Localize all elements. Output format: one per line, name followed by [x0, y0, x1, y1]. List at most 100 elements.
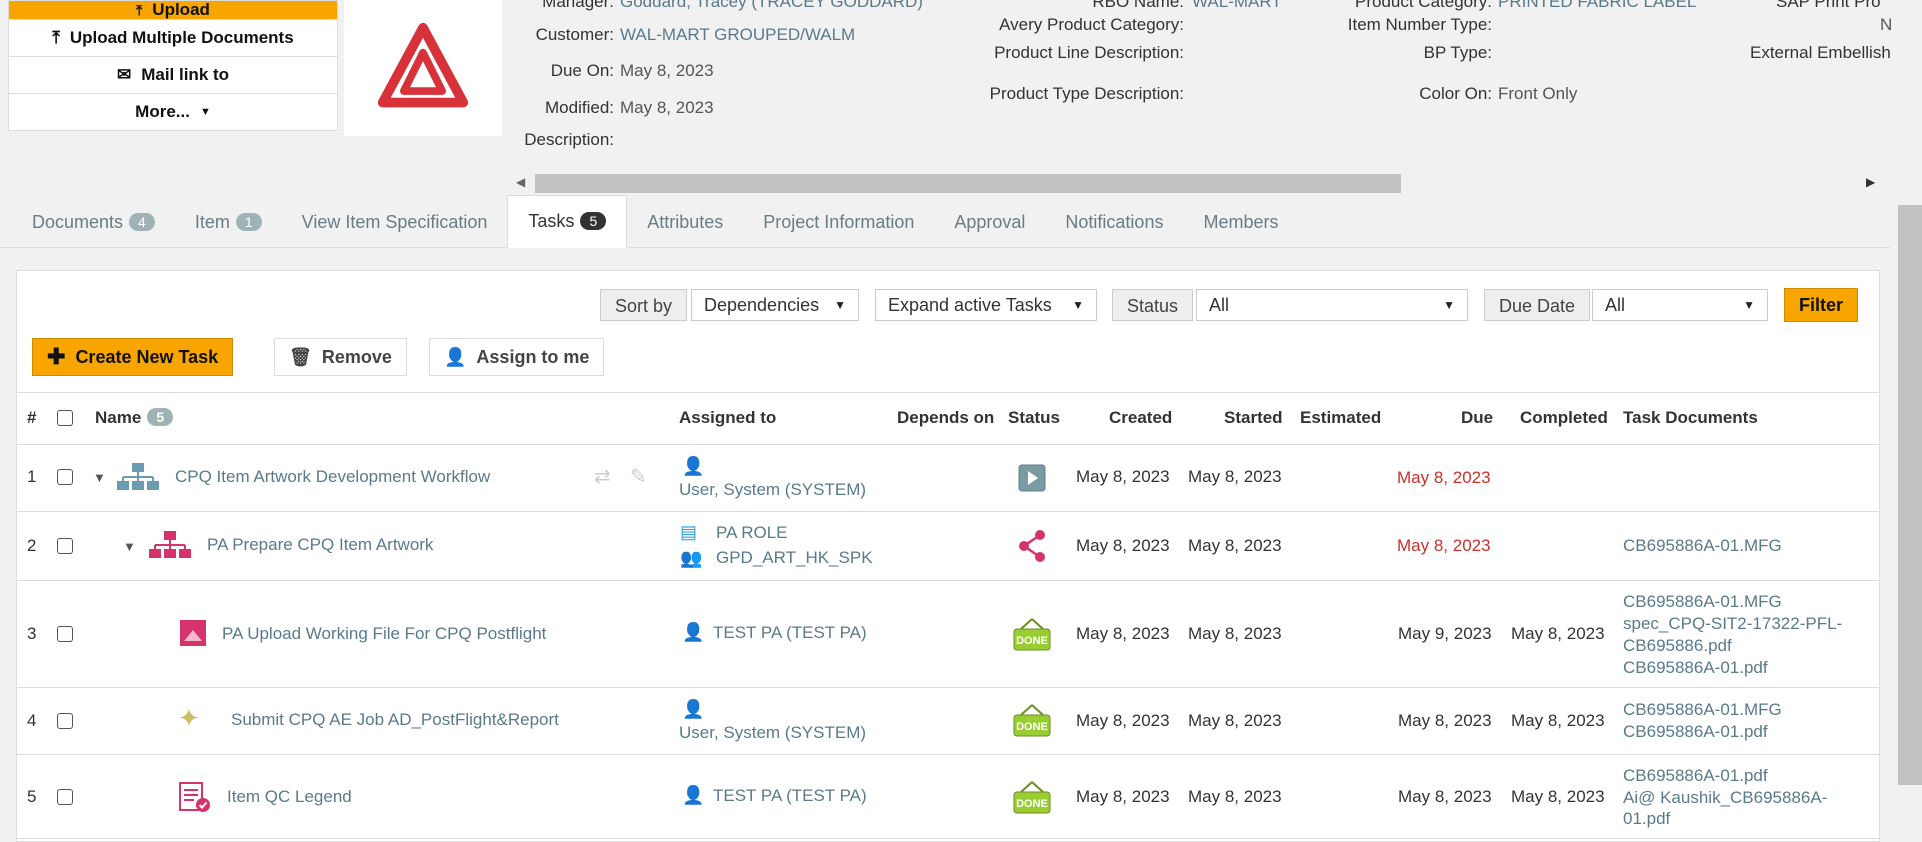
- task-document-link[interactable]: CB695886.pdf: [1623, 636, 1732, 656]
- task-name-link[interactable]: PA Prepare CPQ Item Artwork: [207, 535, 433, 555]
- task-document-link[interactable]: CB695886A-01.pdf: [1623, 658, 1768, 678]
- header-started[interactable]: Started: [1224, 408, 1283, 428]
- action-menu: ⤒ Upload ⤒ Upload Multiple Documents ✉ M…: [8, 0, 338, 131]
- assignee[interactable]: User, System (SYSTEM): [679, 723, 866, 743]
- upload-button[interactable]: ⤒ Upload: [9, 1, 337, 20]
- caret-down-icon: ▼: [199, 106, 211, 118]
- assignee-role[interactable]: PA ROLE: [716, 523, 788, 543]
- group-users-icon: 👥: [680, 548, 703, 568]
- avery-logo-icon: [377, 22, 469, 108]
- due-date-overdue: May 8, 2023: [1397, 536, 1491, 555]
- subworkflow-icon: [149, 531, 191, 558]
- upload-task-icon: [180, 620, 206, 646]
- done-label: DONE: [1016, 635, 1048, 647]
- vertical-scroll-thumb[interactable]: [1898, 205, 1922, 785]
- task-document-link[interactable]: Ai@ Kaushik_CB695886A-: [1623, 788, 1827, 808]
- reassign-icon[interactable]: ⇄: [594, 464, 611, 489]
- horizontal-scroll-thumb[interactable]: [535, 174, 1401, 193]
- done-label: DONE: [1016, 798, 1048, 810]
- tab-tasks[interactable]: Tasks 5: [507, 195, 628, 248]
- completed-date: May 8, 2023: [1511, 711, 1605, 730]
- header-estimated[interactable]: Estimated: [1300, 408, 1381, 428]
- task-document-link[interactable]: CB695886A-01.MFG: [1623, 592, 1782, 612]
- done-status-icon: DONE: [1013, 704, 1051, 737]
- row-checkbox[interactable]: [57, 538, 73, 554]
- filter-button[interactable]: Filter: [1784, 288, 1859, 322]
- header-bottom-border: [17, 444, 1879, 445]
- assignee[interactable]: TEST PA (TEST PA): [713, 786, 867, 806]
- expand-active-tasks-button[interactable]: Expand active Tasks ▼: [875, 289, 1097, 321]
- task-name-link[interactable]: Submit CPQ AE Job AD_PostFlight&Report: [231, 710, 559, 730]
- tab-project-information[interactable]: Project Information: [743, 196, 934, 248]
- select-all-checkbox[interactable]: [57, 410, 73, 426]
- table-top-border: [17, 392, 1879, 393]
- row-checkbox[interactable]: [57, 626, 73, 642]
- product-category-value: PRINTED FABRIC LABEL: [1498, 0, 1697, 11]
- header-completed[interactable]: Completed: [1520, 408, 1608, 428]
- tab-notifications[interactable]: Notifications: [1045, 196, 1183, 248]
- started-date: May 8, 2023: [1188, 467, 1282, 486]
- caret-down-icon: ▼: [1072, 298, 1084, 312]
- tab-attributes[interactable]: Attributes: [627, 196, 743, 248]
- header-assigned-to[interactable]: Assigned to: [679, 408, 776, 428]
- task-document-link[interactable]: CB695886A-01.MFG: [1623, 536, 1782, 556]
- customer-value[interactable]: WAL-MART GROUPED/WALM: [620, 25, 855, 45]
- user-icon: 👤: [682, 785, 705, 805]
- user-icon: 👤: [682, 456, 705, 476]
- rbo-value: WAL-MART: [1192, 0, 1282, 11]
- upload-multiple-button[interactable]: ⤒ Upload Multiple Documents: [9, 20, 337, 57]
- tab-approval[interactable]: Approval: [934, 196, 1045, 248]
- task-name-link[interactable]: CPQ Item Artwork Development Workflow: [175, 467, 490, 487]
- header-created[interactable]: Created: [1109, 408, 1172, 428]
- row-checkbox[interactable]: [57, 789, 73, 805]
- manager-value[interactable]: Goddard, Tracey (TRACEY GODDARD): [620, 0, 923, 12]
- documents-count-badge: 4: [129, 212, 155, 231]
- sort-by-label: Sort by: [600, 289, 688, 321]
- row-checkbox[interactable]: [57, 469, 73, 485]
- due-date-filter-select[interactable]: All ▼: [1592, 289, 1768, 321]
- task-document-link[interactable]: CB695886A-01.MFG: [1623, 700, 1782, 720]
- task-document-link[interactable]: spec_CPQ-SIT2-17322-PFL-: [1623, 614, 1842, 634]
- task-document-link[interactable]: 01.pdf: [1623, 809, 1670, 829]
- task-name-link[interactable]: PA Upload Working File For CPQ Postfligh…: [222, 624, 546, 644]
- assignee[interactable]: TEST PA (TEST PA): [713, 623, 867, 643]
- product-line-label: Product Line Description:: [994, 43, 1184, 62]
- row-number: 3: [27, 624, 37, 643]
- started-date: May 8, 2023: [1188, 536, 1282, 555]
- tab-members[interactable]: Members: [1183, 196, 1298, 248]
- scroll-left-arrow-icon[interactable]: ◀: [516, 175, 525, 189]
- tab-documents[interactable]: Documents 4: [12, 196, 175, 248]
- assign-to-me-button[interactable]: 👤 Assign to me: [429, 338, 605, 376]
- create-new-task-button[interactable]: ✚ Create New Task: [32, 338, 234, 376]
- more-dropdown[interactable]: More... ▼: [9, 94, 337, 130]
- header-status[interactable]: Status: [1008, 408, 1060, 428]
- row-number: 5: [27, 787, 37, 806]
- assignee-group[interactable]: GPD_ART_HK_SPK: [716, 548, 873, 568]
- collapse-triangle-icon[interactable]: ▼: [93, 470, 106, 485]
- collapse-triangle-icon[interactable]: ▼: [123, 539, 136, 554]
- header-depends-on[interactable]: Depends on: [897, 408, 994, 428]
- assignee[interactable]: User, System (SYSTEM): [679, 480, 866, 500]
- status-filter-select[interactable]: All ▼: [1196, 289, 1468, 321]
- header-due[interactable]: Due: [1461, 408, 1493, 428]
- envelope-icon: ✉: [116, 65, 132, 84]
- tab-view-item-specification[interactable]: View Item Specification: [282, 196, 508, 248]
- done-label: DONE: [1016, 721, 1048, 733]
- scroll-right-arrow-icon[interactable]: ▶: [1866, 175, 1875, 189]
- tab-item[interactable]: Item 1: [175, 196, 282, 248]
- row-number: 1: [27, 467, 37, 486]
- header-name[interactable]: Name 5: [95, 408, 174, 428]
- task-name-link[interactable]: Item QC Legend: [227, 787, 352, 807]
- row-checkbox[interactable]: [57, 713, 73, 729]
- task-document-link[interactable]: CB695886A-01.pdf: [1623, 766, 1768, 786]
- workflow-icon: [117, 463, 159, 490]
- due-date: May 9, 2023: [1398, 624, 1492, 643]
- task-document-link[interactable]: CB695886A-01.pdf: [1623, 722, 1768, 742]
- plus-icon: ✚: [47, 344, 66, 369]
- created-date: May 8, 2023: [1076, 624, 1170, 643]
- mail-link-button[interactable]: ✉ Mail link to: [9, 57, 337, 94]
- sort-by-select[interactable]: Dependencies ▼: [691, 289, 859, 321]
- edit-pencil-icon[interactable]: ✎: [630, 464, 647, 489]
- header-task-documents[interactable]: Task Documents: [1623, 408, 1758, 428]
- remove-button[interactable]: 🗑 Remove: [274, 338, 407, 376]
